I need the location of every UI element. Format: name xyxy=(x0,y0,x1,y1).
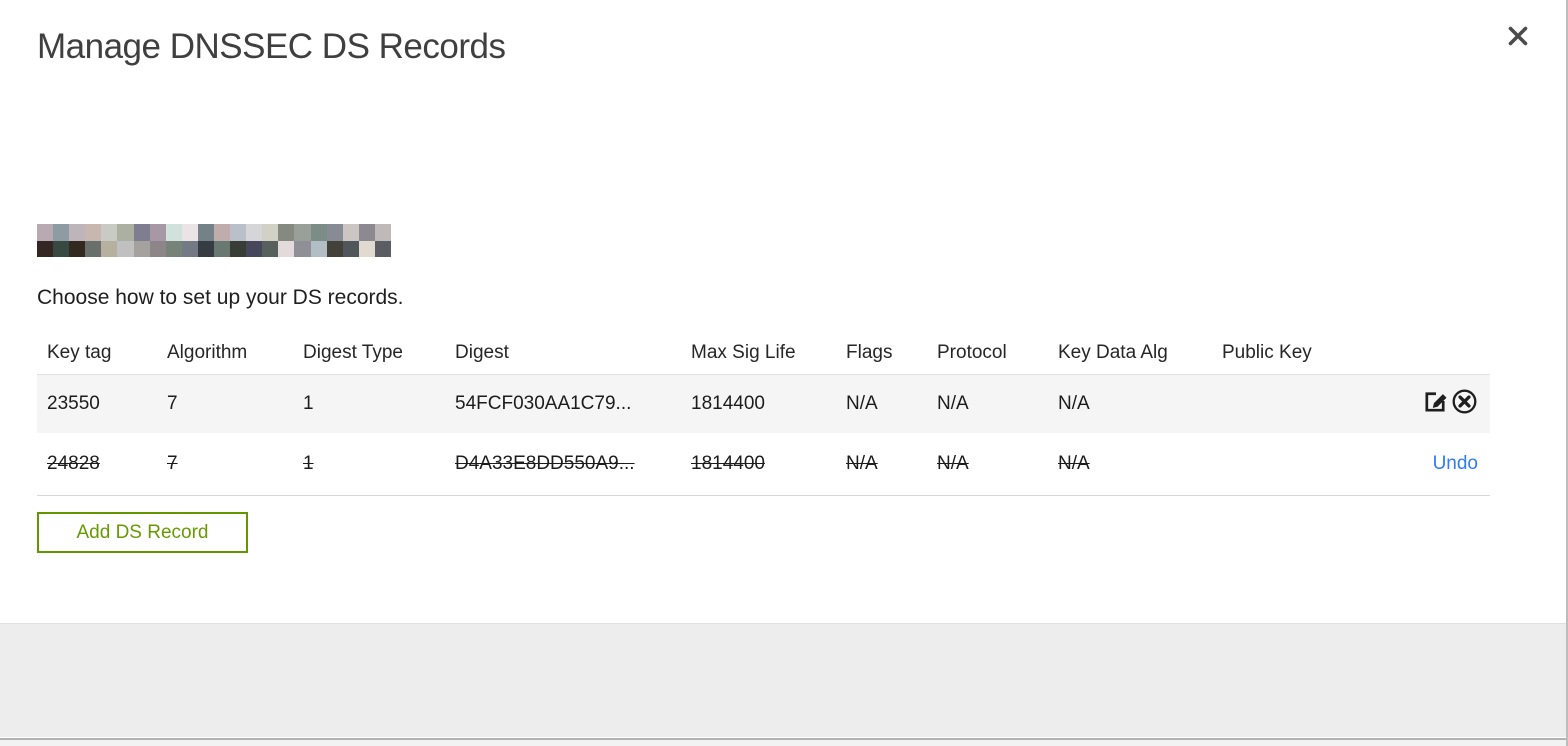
cell-protocol: N/A xyxy=(937,393,969,414)
ds-records-table: Key tag Algorithm Digest Type Digest Max… xyxy=(37,331,1490,496)
dnssec-modal: Manage DNSSEC DS Records Choose how to s… xyxy=(0,0,1568,746)
col-header-digest: Digest xyxy=(455,341,509,363)
col-header-key-data-alg: Key Data Alg xyxy=(1058,341,1168,363)
table-row-deleted: 24828 7 1 D4A33E8DD550A9... 1814400 N/A … xyxy=(37,433,1490,496)
col-header-flags: Flags xyxy=(846,341,893,363)
cell-max-sig-life: 1814400 xyxy=(691,393,765,414)
close-button[interactable] xyxy=(1504,24,1532,52)
cell-key-tag: 24828 xyxy=(47,453,100,474)
modal-footer: Save Cancel xyxy=(0,623,1568,737)
cell-flags: N/A xyxy=(846,393,878,414)
instruction-text: Choose how to set up your DS records. xyxy=(37,286,404,309)
cell-key-data-alg: N/A xyxy=(1058,393,1090,414)
cell-digest: D4A33E8DD550A9... xyxy=(455,453,635,474)
page-title: Manage DNSSEC DS Records xyxy=(37,27,506,66)
cell-key-data-alg: N/A xyxy=(1058,453,1090,474)
delete-record-button[interactable] xyxy=(1451,388,1478,421)
undo-link[interactable]: Undo xyxy=(1433,453,1478,475)
cell-flags: N/A xyxy=(846,453,878,474)
cell-algorithm: 7 xyxy=(167,453,178,474)
cell-protocol: N/A xyxy=(937,453,969,474)
cell-digest-type: 1 xyxy=(303,393,314,414)
close-icon xyxy=(1506,24,1530,53)
add-ds-record-button[interactable]: Add DS Record xyxy=(37,512,248,553)
cell-digest-type: 1 xyxy=(303,453,314,474)
page-below-modal xyxy=(0,740,1568,746)
col-header-max-sig-life: Max Sig Life xyxy=(691,341,796,363)
table-header-row: Key tag Algorithm Digest Type Digest Max… xyxy=(37,331,1490,374)
col-header-public-key: Public Key xyxy=(1222,341,1312,363)
col-header-key-tag: Key tag xyxy=(47,341,112,363)
cell-key-tag: 23550 xyxy=(47,393,100,414)
table-row: 23550 7 1 54FCF030AA1C79... 1814400 N/A … xyxy=(37,374,1490,433)
delete-circle-icon xyxy=(1451,388,1478,421)
col-header-algorithm: Algorithm xyxy=(167,341,248,363)
edit-icon xyxy=(1422,388,1449,421)
col-header-digest-type: Digest Type xyxy=(303,341,403,363)
cell-algorithm: 7 xyxy=(167,393,178,414)
col-header-protocol: Protocol xyxy=(937,341,1007,363)
redacted-domain-name xyxy=(37,224,391,257)
cell-digest: 54FCF030AA1C79... xyxy=(455,393,632,414)
cell-max-sig-life: 1814400 xyxy=(691,453,765,474)
edit-record-button[interactable] xyxy=(1422,388,1449,421)
